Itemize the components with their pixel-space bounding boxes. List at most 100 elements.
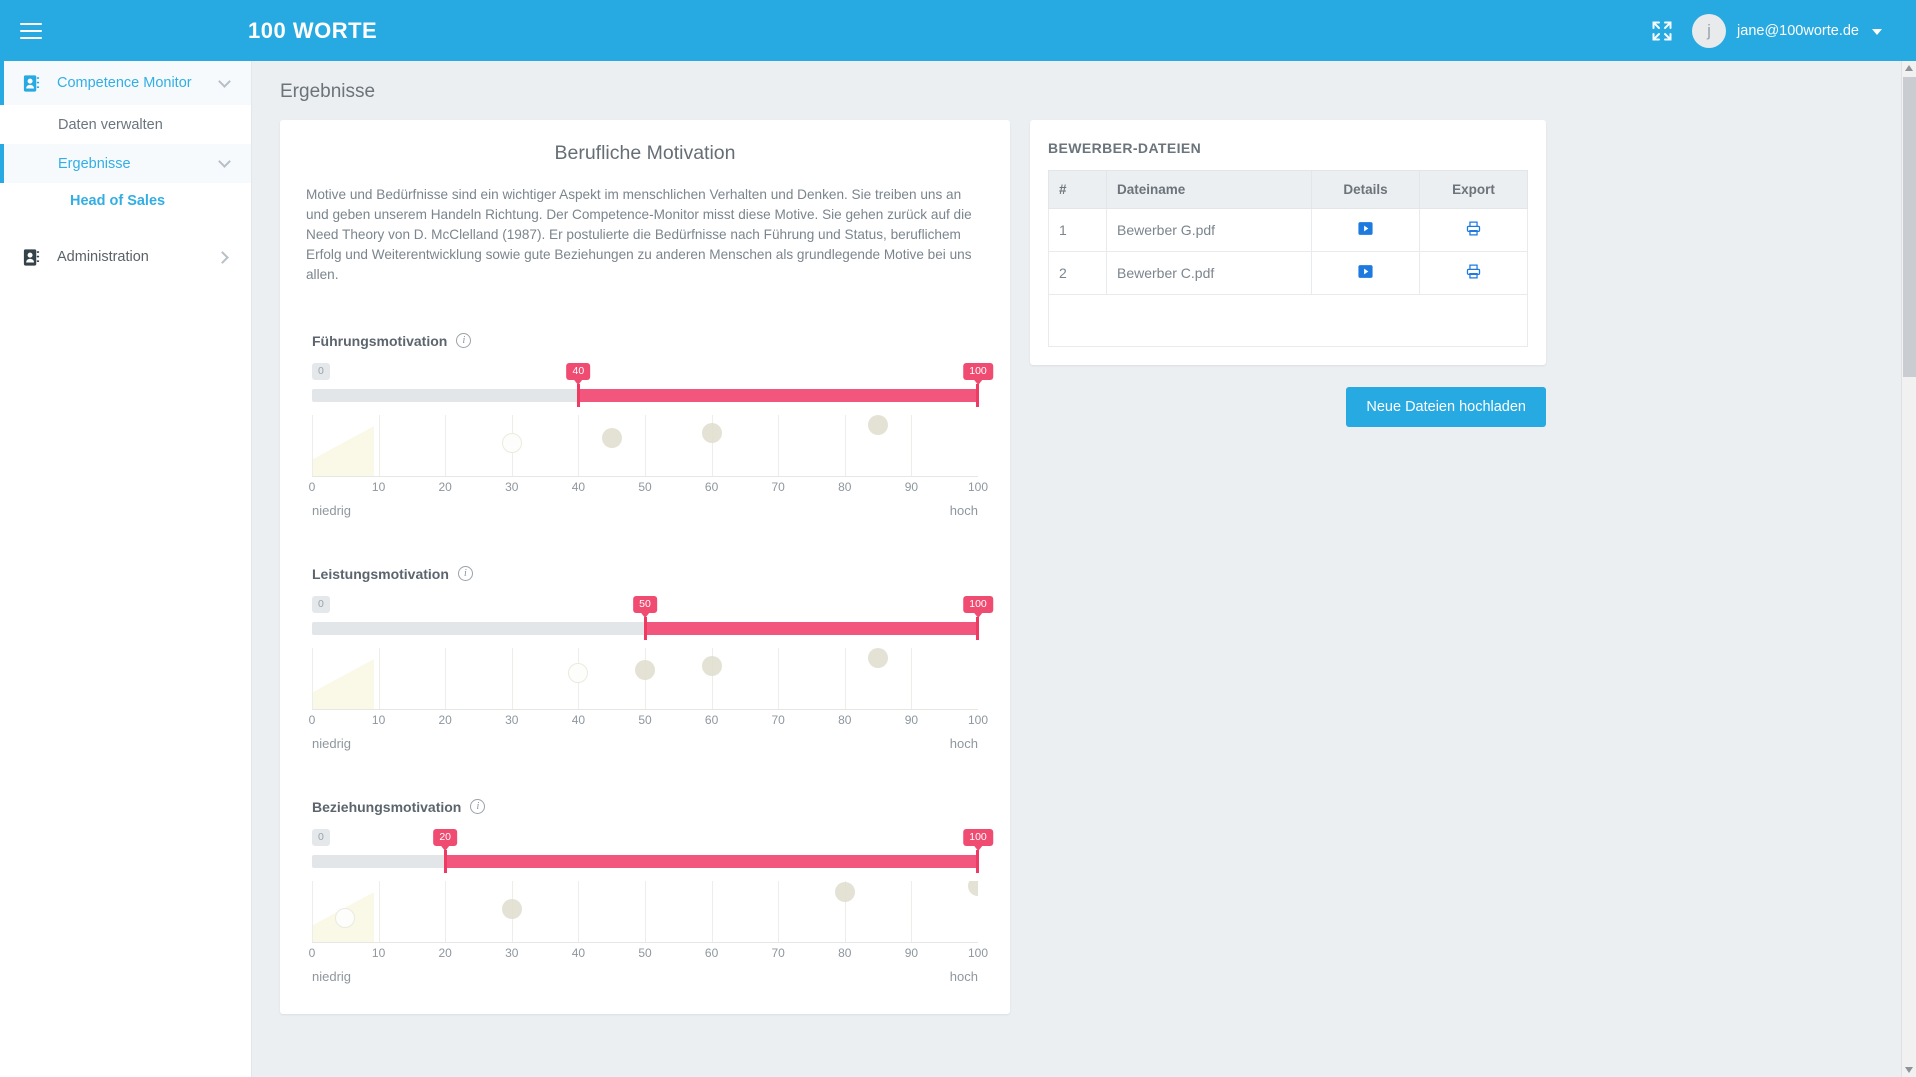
axis-tick-label: 30 xyxy=(505,945,519,960)
gridline xyxy=(445,647,447,710)
range-slider[interactable]: 0 50 100 xyxy=(312,595,993,640)
endpoint-low-label: niedrig xyxy=(312,968,352,984)
axis-tick-label: 60 xyxy=(704,479,719,494)
endpoint-labels: niedrig hoch xyxy=(312,736,978,751)
play-box-icon[interactable] xyxy=(1357,220,1374,237)
axis-tick-label: 40 xyxy=(571,712,586,727)
scroll-up-arrow-icon[interactable] xyxy=(1905,65,1913,71)
column-header-export: Export xyxy=(1419,170,1528,209)
data-point xyxy=(701,423,722,444)
axis-tick-label: 90 xyxy=(904,712,919,727)
gridline xyxy=(578,880,580,943)
page-scrollbar[interactable] xyxy=(1901,61,1916,1077)
gridline xyxy=(778,414,780,477)
axis-tick-label: 60 xyxy=(704,945,719,960)
slider-handle-high[interactable] xyxy=(976,616,979,640)
chevron-down-icon xyxy=(218,155,231,168)
data-point xyxy=(501,433,522,454)
axis-tick-label: 0 xyxy=(308,945,316,960)
column-header-filename: Dateiname xyxy=(1106,170,1312,209)
endpoint-high-label: hoch xyxy=(949,502,978,518)
brand-title: 100 WORTE xyxy=(248,17,378,43)
info-icon[interactable]: i xyxy=(457,566,473,582)
axis-tick-label: 100 xyxy=(967,712,989,727)
sidebar-item-label: Daten verwalten xyxy=(58,116,163,133)
cell-export xyxy=(1419,208,1528,252)
motivation-section: Leistungsmotivation i 0 50 100 0 10 20 30 40 50 60 7… xyxy=(304,566,993,751)
slider-track[interactable] xyxy=(312,849,979,873)
sidebar-item-competence-monitor[interactable]: Competence Monitor xyxy=(0,61,251,105)
endpoint-high-label: hoch xyxy=(949,735,978,751)
table-header-row: # Dateiname Details Export xyxy=(1048,170,1528,209)
avatar: j xyxy=(1692,13,1727,48)
sidebar-item-label: Competence Monitor xyxy=(57,75,192,91)
data-point xyxy=(568,662,589,683)
gridline xyxy=(312,414,313,477)
info-icon[interactable]: i xyxy=(470,799,486,815)
gridline xyxy=(445,880,447,943)
upload-button-row: Neue Dateien hochladen xyxy=(1030,365,1546,427)
section-title: Leistungsmotivation xyxy=(312,565,449,582)
slider-min-badge: 0 xyxy=(312,362,330,380)
endpoint-low-label: niedrig xyxy=(312,735,352,751)
table-row: 2 Bewerber C.pdf xyxy=(1048,251,1528,295)
slider-value-badge: 40 xyxy=(566,362,591,386)
slider-max-badge: 100 xyxy=(963,595,993,619)
axis-tick-label: 10 xyxy=(371,945,386,960)
range-slider[interactable]: 0 40 100 xyxy=(312,362,993,407)
axis-tick-label: 70 xyxy=(771,945,785,960)
gridline xyxy=(378,880,380,943)
play-box-icon[interactable] xyxy=(1357,263,1374,280)
slider-track[interactable] xyxy=(312,616,979,640)
content-columns: Berufliche Motivation Motive und Bedürfn… xyxy=(252,103,1916,1014)
expand-icon[interactable] xyxy=(1650,19,1674,43)
sidebar-item-head-of-sales[interactable]: Head of Sales xyxy=(0,183,251,219)
sidebar-item-ergebnisse[interactable]: Ergebnisse xyxy=(0,144,251,183)
section-header: Beziehungsmotivation i xyxy=(312,799,978,815)
gridline xyxy=(778,647,780,710)
info-icon[interactable]: i xyxy=(456,333,472,349)
section-title: Beziehungsmotivation xyxy=(312,798,462,815)
cell-details xyxy=(1311,208,1420,252)
slider-handle-low[interactable] xyxy=(444,849,448,873)
distribution-wedge xyxy=(312,426,374,477)
table-empty-row xyxy=(1048,294,1528,347)
sidebar-item-administration[interactable]: Administration xyxy=(0,235,251,279)
slider-handle-high[interactable] xyxy=(976,383,979,407)
endpoint-labels: niedrig hoch xyxy=(312,503,978,518)
user-menu[interactable]: j jane@100worte.de xyxy=(1692,13,1882,48)
slider-handle-low[interactable] xyxy=(577,383,581,407)
main-content: Ergebnisse Berufliche Motivation Motive … xyxy=(252,61,1916,1077)
cell-filename: Bewerber G.pdf xyxy=(1106,208,1312,252)
section-header: Leistungsmotivation i xyxy=(312,566,978,582)
hamburger-icon[interactable] xyxy=(20,22,42,39)
printer-icon[interactable] xyxy=(1465,263,1482,280)
page-title: Ergebnisse xyxy=(280,81,376,102)
axis-tick-label: 90 xyxy=(904,479,919,494)
plot-area xyxy=(312,647,978,710)
printer-icon[interactable] xyxy=(1465,220,1482,237)
axis-tick-label: 30 xyxy=(505,712,519,727)
slider-handle-high[interactable] xyxy=(976,849,979,873)
cell-export xyxy=(1419,251,1528,295)
slider-track[interactable] xyxy=(312,383,979,407)
gridline xyxy=(911,880,913,943)
files-card: BEWERBER-DATEIEN # Dateiname Details Exp… xyxy=(1030,120,1546,365)
scrollbar-thumb[interactable] xyxy=(1903,77,1916,377)
upload-files-button[interactable]: Neue Dateien hochladen xyxy=(1346,387,1546,427)
gridline xyxy=(911,647,913,710)
gridline xyxy=(312,647,313,710)
table-row: 1 Bewerber G.pdf xyxy=(1048,208,1528,252)
cell-number: 2 xyxy=(1048,251,1107,295)
range-slider[interactable]: 0 20 100 xyxy=(312,828,993,873)
gridline xyxy=(844,647,846,710)
header-actions: j jane@100worte.de xyxy=(1650,13,1916,48)
scroll-down-arrow-icon[interactable] xyxy=(1905,1067,1913,1073)
axis-tick-label: 100 xyxy=(967,945,989,960)
sidebar-item-daten-verwalten[interactable]: Daten verwalten xyxy=(0,105,251,144)
data-point xyxy=(968,880,978,896)
slider-handle-low[interactable] xyxy=(644,616,647,640)
slider-fill xyxy=(645,621,978,635)
gridline xyxy=(578,414,580,477)
axis-tick-label: 20 xyxy=(438,945,452,960)
